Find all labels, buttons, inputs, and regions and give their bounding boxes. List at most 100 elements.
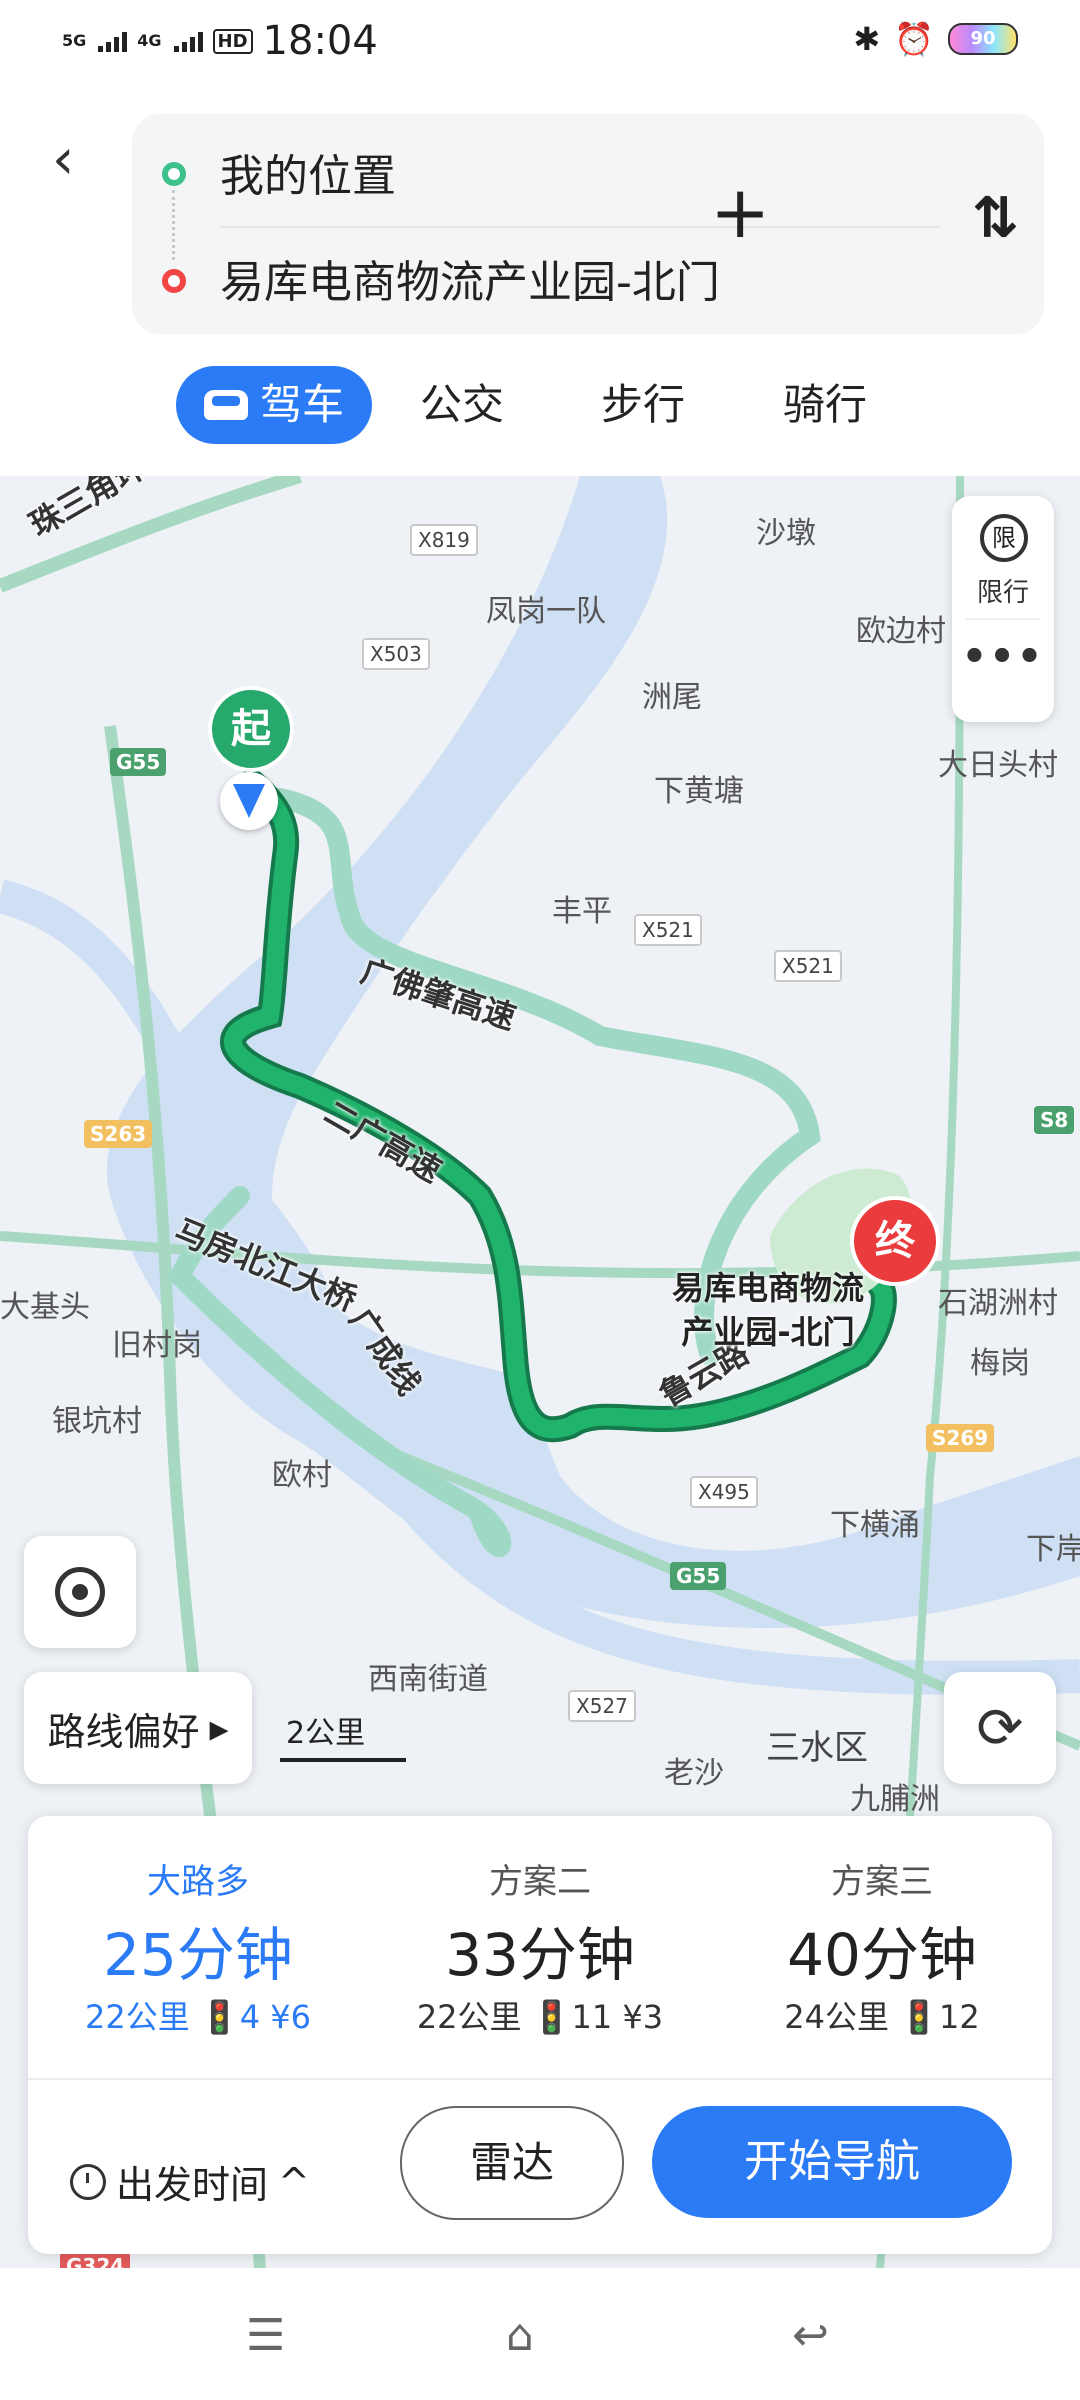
end-dot-icon (162, 269, 186, 293)
field-divider (220, 226, 940, 228)
place-label: 西南街道 (368, 1662, 488, 1697)
tab-bike[interactable]: 骑行 (734, 366, 916, 444)
bluetooth-icon: ✱ (853, 20, 881, 58)
departure-time-button[interactable]: 出发时间 ^ (70, 2154, 310, 2209)
destination-label-line2: 产业园-北门 (681, 1313, 855, 1351)
road-badge: X521 (634, 914, 702, 946)
place-label: 旧村岗 (112, 1328, 202, 1363)
place-label: 大基头 (0, 1290, 90, 1325)
route-option-meta: 24公里 🚦12 (784, 1998, 980, 2036)
start-dot-icon (162, 162, 186, 186)
back-button[interactable]: ‹ (52, 132, 92, 188)
route-preference-button[interactable]: 路线偏好 ▸ (24, 1672, 252, 1784)
net-5g: 5G (62, 31, 87, 50)
route-input-box: 我的位置 易库电商物流产业园-北门 (132, 114, 1044, 334)
road-badge: X819 (410, 524, 478, 556)
tab-drive[interactable]: 驾车 (176, 366, 372, 444)
provincial-badge: S263 (84, 1120, 153, 1148)
radar-button[interactable]: 雷达 (400, 2106, 624, 2220)
origin-field[interactable]: 我的位置 (220, 140, 396, 204)
destination-field[interactable]: 易库电商物流产业园-北门 (220, 246, 720, 310)
place-label: 九脯洲 (850, 1782, 940, 1817)
destination-label-line1: 易库电商物流 (672, 1269, 865, 1307)
route-connector (172, 190, 175, 260)
clock-icon (70, 2163, 106, 2200)
system-nav-bar: ☰ ⌂ ↩ (0, 2270, 1080, 2400)
clock-time: 18:04 (262, 18, 378, 64)
route-option-time: 33分钟 (445, 1921, 635, 1989)
departure-time-label: 出发时间 (116, 2163, 269, 2207)
swap-icon[interactable]: ⇅ (972, 186, 1019, 251)
map-scale: 2公里 (280, 1708, 406, 1762)
route-option-tag: 方案二 (489, 1862, 591, 1902)
signal-icon-2 (173, 30, 203, 52)
road-badge: X527 (568, 1690, 636, 1722)
map-controls-card: 限 限行 ••• (952, 496, 1054, 722)
place-label: 下岸 (1026, 1532, 1080, 1567)
route-option-1[interactable]: 大路多 25分钟 22公里 🚦4 ¥6 (28, 1816, 368, 2076)
route-option-meta: 22公里 🚦4 ¥6 (85, 1998, 311, 2036)
place-label: 三水区 (766, 1728, 868, 1768)
route-option-tag: 方案三 (831, 1862, 933, 1902)
triangle-right-icon: ▸ (209, 1706, 229, 1750)
highway-badge: G324 (60, 2252, 131, 2268)
refresh-button[interactable]: ⟳ (944, 1672, 1056, 1784)
refresh-icon: ⟳ (976, 1695, 1024, 1761)
road-badge: X521 (774, 950, 842, 982)
home-icon[interactable]: ⌂ (506, 2310, 534, 2361)
route-option-3[interactable]: 方案三 40分钟 24公里 🚦12 (712, 1816, 1052, 2076)
locate-button[interactable] (24, 1536, 136, 1648)
place-label: 老沙 (664, 1756, 724, 1791)
start-marker[interactable]: 起 (208, 686, 294, 772)
road-badge: X495 (690, 1476, 758, 1508)
place-label: 石湖洲村 (938, 1286, 1058, 1321)
mode-tabs: 驾车 公交 步行 骑行 (176, 366, 916, 444)
status-bar: 5G 4G HD 18:04 ✱ ⏰ 90 (0, 0, 1080, 90)
place-label: 沙墩 (756, 516, 816, 551)
car-icon (203, 390, 248, 420)
destination-label: 易库电商物流 产业园-北门 (672, 1266, 864, 1354)
provincial-badge: S269 (926, 1424, 995, 1452)
place-label: 下横涌 (830, 1508, 920, 1543)
add-waypoint-button[interactable]: + (710, 170, 770, 254)
place-label: 梅岗 (970, 1346, 1030, 1381)
place-label: 凤岗一队 (486, 594, 606, 629)
more-icon[interactable]: ••• (952, 634, 1054, 680)
route-option-meta: 22公里 🚦11 ¥3 (416, 1998, 664, 2036)
road-badge: X503 (362, 638, 430, 670)
status-left: 5G 4G HD 18:04 (62, 18, 378, 64)
current-location-icon (220, 772, 278, 830)
highway-badge: G55 (110, 748, 167, 776)
signal-icon (98, 30, 128, 52)
route-option-tag: 大路多 (147, 1862, 249, 1902)
menu-icon[interactable]: ☰ (246, 2310, 285, 2361)
place-label: 欧边村 (856, 614, 946, 649)
traffic-restriction-icon[interactable]: 限 (980, 514, 1028, 562)
panel-divider (28, 2078, 1052, 2080)
route-option-time: 25分钟 (103, 1921, 293, 1989)
start-navigation-button[interactable]: 开始导航 (652, 2106, 1012, 2218)
alarm-icon: ⏰ (894, 20, 934, 58)
route-options-panel: 大路多 25分钟 22公里 🚦4 ¥6 方案二 33分钟 22公里 🚦11 ¥3… (28, 1816, 1052, 2254)
highway-badge: G55 (670, 1562, 727, 1590)
traffic-restriction-label[interactable]: 限行 (952, 572, 1054, 609)
status-right: ✱ ⏰ 90 (853, 20, 1018, 58)
place-label: 丰平 (552, 894, 612, 929)
provincial-badge: S8 (1034, 1106, 1075, 1134)
battery-icon: 90 (948, 23, 1018, 55)
tab-transit[interactable]: 公交 (372, 366, 552, 444)
tab-drive-label: 驾车 (259, 380, 344, 429)
card-divider (966, 618, 1040, 620)
route-option-2[interactable]: 方案二 33分钟 22公里 🚦11 ¥3 (370, 1816, 710, 2076)
route-option-time: 40分钟 (787, 1921, 977, 1989)
net-4g: 4G (137, 31, 162, 50)
place-label: 欧村 (272, 1458, 332, 1493)
place-label: 下黄塘 (654, 774, 744, 809)
back-nav-icon[interactable]: ↩ (792, 2310, 829, 2361)
route-preference-label: 路线偏好 (47, 1709, 200, 1754)
place-label: 洲尾 (642, 680, 702, 715)
place-label: 大日头村 (938, 748, 1058, 783)
chevron-up-icon: ^ (278, 2159, 310, 2204)
tab-walk[interactable]: 步行 (552, 366, 734, 444)
place-label: 银坑村 (52, 1404, 142, 1439)
